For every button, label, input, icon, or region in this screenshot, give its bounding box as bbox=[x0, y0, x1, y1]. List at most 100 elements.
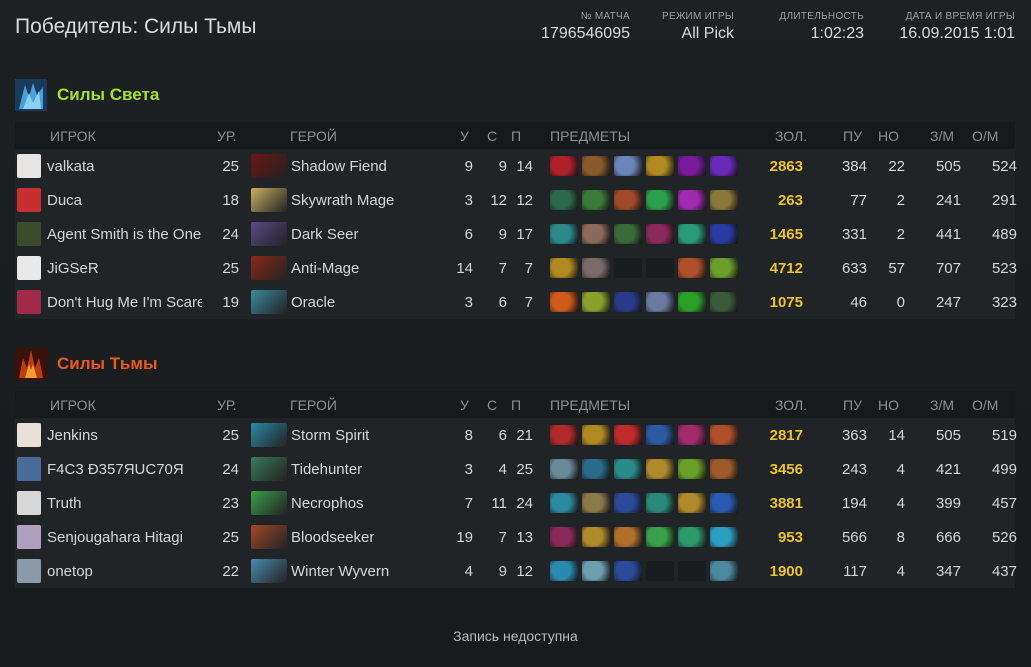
column-header-assists[interactable]: П bbox=[511, 122, 521, 149]
player-avatar[interactable] bbox=[17, 154, 41, 178]
item-icon[interactable] bbox=[582, 493, 610, 513]
item-icon[interactable] bbox=[614, 156, 642, 176]
hero-name[interactable]: Necrophos bbox=[291, 486, 364, 520]
item-icon[interactable] bbox=[646, 224, 674, 244]
item-icon[interactable] bbox=[710, 258, 738, 278]
player-name[interactable]: Agent Smith is the One bbox=[47, 217, 202, 251]
item-icon[interactable] bbox=[614, 224, 642, 244]
player-avatar[interactable] bbox=[17, 491, 41, 515]
item-icon[interactable] bbox=[614, 493, 642, 513]
item-icon[interactable] bbox=[678, 190, 706, 210]
item-icon[interactable] bbox=[614, 190, 642, 210]
column-header-deaths[interactable]: С bbox=[487, 122, 497, 149]
player-name[interactable]: Senjougahara Hitagi bbox=[47, 520, 202, 554]
item-icon[interactable] bbox=[710, 190, 738, 210]
column-header-kills[interactable]: У bbox=[460, 122, 469, 149]
player-name[interactable]: Truth bbox=[47, 486, 202, 520]
item-icon[interactable] bbox=[678, 493, 706, 513]
item-icon[interactable] bbox=[614, 527, 642, 547]
column-header-gold[interactable]: ЗОЛ. bbox=[775, 391, 807, 418]
column-header-xpm[interactable]: О/М bbox=[972, 391, 998, 418]
player-name[interactable]: onetop bbox=[47, 554, 202, 588]
player-row[interactable]: F4C3 Ð357ЯUC70Я 24 Tidehunter 3 4 25 3456 243 4 4… bbox=[15, 452, 1017, 486]
column-header-denies[interactable]: НО bbox=[878, 122, 899, 149]
player-avatar[interactable] bbox=[17, 457, 41, 481]
player-row[interactable]: Duca 18 Skywrath Mage 3 12 12 263 77 2 241 291 bbox=[15, 183, 1017, 217]
item-icon[interactable] bbox=[678, 292, 706, 312]
item-icon[interactable] bbox=[646, 527, 674, 547]
item-icon[interactable] bbox=[710, 459, 738, 479]
player-row[interactable]: Agent Smith is the One 24 Dark Seer 6 9 17 146… bbox=[15, 217, 1017, 251]
column-header-last-hits[interactable]: ПУ bbox=[843, 122, 862, 149]
column-header-kills[interactable]: У bbox=[460, 391, 469, 418]
item-icon[interactable] bbox=[582, 527, 610, 547]
item-icon[interactable] bbox=[646, 459, 674, 479]
hero-portrait[interactable] bbox=[251, 457, 287, 481]
player-avatar[interactable] bbox=[17, 525, 41, 549]
player-name[interactable]: valkata bbox=[47, 149, 202, 183]
player-row[interactable]: onetop 22 Winter Wyvern 4 9 12 1900 117 4 347 437 bbox=[15, 554, 1017, 588]
item-icon[interactable] bbox=[646, 190, 674, 210]
column-header-player[interactable]: ИГРОК bbox=[50, 391, 96, 418]
column-header-level[interactable]: УР. bbox=[217, 122, 236, 149]
hero-name[interactable]: Skywrath Mage bbox=[291, 183, 394, 217]
hero-portrait[interactable] bbox=[251, 154, 287, 178]
item-icon[interactable] bbox=[550, 425, 578, 445]
item-icon[interactable] bbox=[550, 527, 578, 547]
item-icon[interactable] bbox=[710, 527, 738, 547]
item-icon[interactable] bbox=[678, 459, 706, 479]
item-icon[interactable] bbox=[710, 425, 738, 445]
player-name[interactable]: F4C3 Ð357ЯUC70Я bbox=[47, 452, 202, 486]
item-icon[interactable] bbox=[710, 493, 738, 513]
player-name[interactable]: Duca bbox=[47, 183, 202, 217]
player-avatar[interactable] bbox=[17, 423, 41, 447]
item-icon[interactable] bbox=[710, 224, 738, 244]
column-header-deaths[interactable]: С bbox=[487, 391, 497, 418]
column-header-xpm[interactable]: О/М bbox=[972, 122, 998, 149]
item-icon[interactable] bbox=[550, 190, 578, 210]
player-avatar[interactable] bbox=[17, 290, 41, 314]
item-icon[interactable] bbox=[678, 224, 706, 244]
item-icon[interactable] bbox=[550, 224, 578, 244]
column-header-hero[interactable]: ГЕРОЙ bbox=[290, 122, 337, 149]
column-header-items[interactable]: ПРЕДМЕТЫ bbox=[550, 122, 630, 149]
item-icon[interactable] bbox=[614, 425, 642, 445]
hero-name[interactable]: Shadow Fiend bbox=[291, 149, 387, 183]
item-icon[interactable] bbox=[550, 292, 578, 312]
column-header-gpm[interactable]: З/М bbox=[930, 122, 954, 149]
hero-name[interactable]: Dark Seer bbox=[291, 217, 359, 251]
column-header-hero[interactable]: ГЕРОЙ bbox=[290, 391, 337, 418]
column-header-last-hits[interactable]: ПУ bbox=[843, 391, 862, 418]
item-icon[interactable] bbox=[550, 258, 578, 278]
hero-portrait[interactable] bbox=[251, 222, 287, 246]
item-icon[interactable] bbox=[582, 561, 610, 581]
player-name[interactable]: JiGSeR bbox=[47, 251, 202, 285]
player-avatar[interactable] bbox=[17, 188, 41, 212]
player-name[interactable]: Jenkins bbox=[47, 418, 202, 452]
item-icon[interactable] bbox=[710, 561, 738, 581]
player-avatar[interactable] bbox=[17, 559, 41, 583]
hero-portrait[interactable] bbox=[251, 256, 287, 280]
column-header-denies[interactable]: НО bbox=[878, 391, 899, 418]
item-icon[interactable] bbox=[646, 156, 674, 176]
hero-portrait[interactable] bbox=[251, 423, 287, 447]
item-icon[interactable] bbox=[678, 156, 706, 176]
item-icon[interactable] bbox=[646, 493, 674, 513]
item-icon[interactable] bbox=[710, 156, 738, 176]
item-icon[interactable] bbox=[550, 459, 578, 479]
hero-portrait[interactable] bbox=[251, 188, 287, 212]
column-header-level[interactable]: УР. bbox=[217, 391, 236, 418]
player-row[interactable]: valkata 25 Shadow Fiend 9 9 14 2863 384 22 505 524 bbox=[15, 149, 1017, 183]
column-header-items[interactable]: ПРЕДМЕТЫ bbox=[550, 391, 630, 418]
item-icon[interactable] bbox=[550, 493, 578, 513]
item-icon[interactable] bbox=[678, 425, 706, 445]
item-icon[interactable] bbox=[582, 224, 610, 244]
hero-portrait[interactable] bbox=[251, 559, 287, 583]
hero-name[interactable]: Winter Wyvern bbox=[291, 554, 389, 588]
player-row[interactable]: Senjougahara Hitagi 25 Bloodseeker 19 7 13 953… bbox=[15, 520, 1017, 554]
player-avatar[interactable] bbox=[17, 256, 41, 280]
column-header-gold[interactable]: ЗОЛ. bbox=[775, 122, 807, 149]
item-icon[interactable] bbox=[582, 156, 610, 176]
item-icon[interactable] bbox=[678, 258, 706, 278]
item-icon[interactable] bbox=[614, 561, 642, 581]
